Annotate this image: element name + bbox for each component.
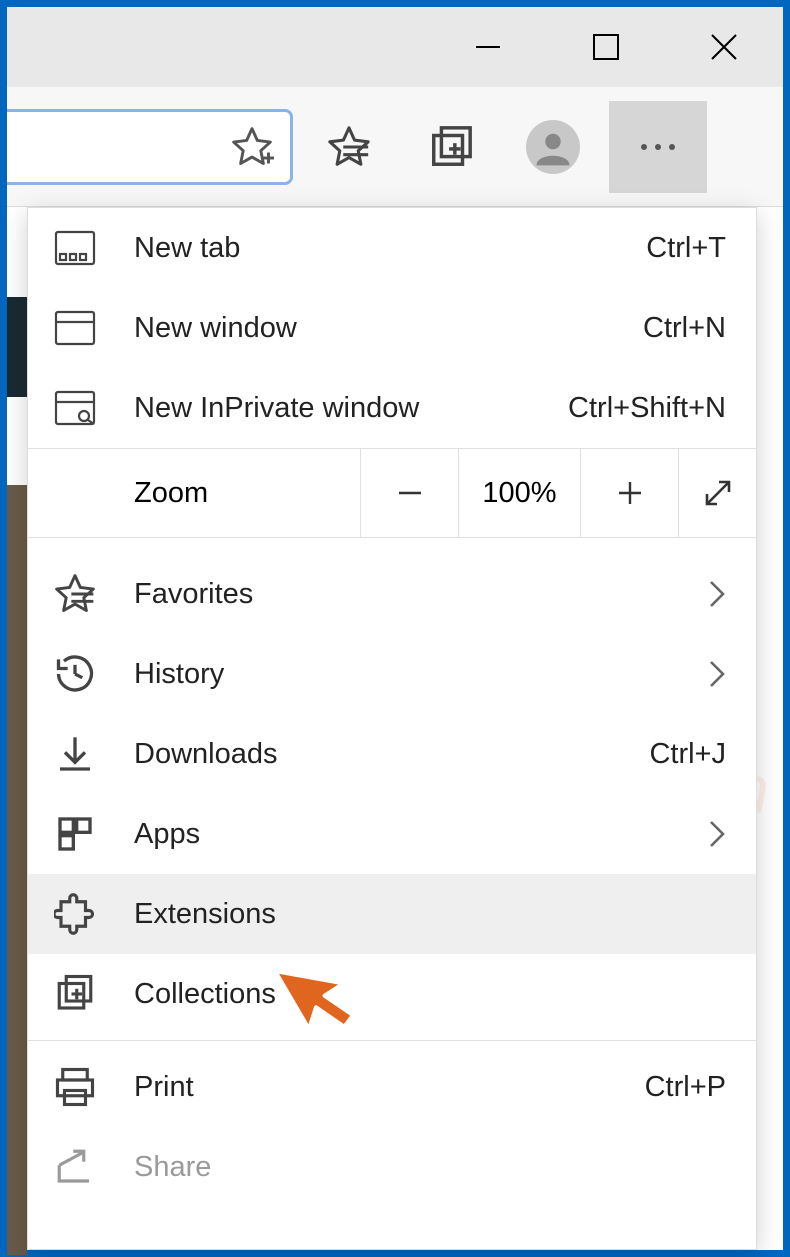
- chevron-right-icon: [708, 659, 726, 689]
- browser-toolbar: [7, 87, 783, 207]
- menu-item-label: Downloads: [134, 738, 649, 771]
- favorites-button[interactable]: [303, 101, 395, 193]
- menu-item-label: Favorites: [134, 578, 708, 611]
- menu-item-label: Print: [134, 1071, 645, 1104]
- menu-item-label: Collections: [134, 978, 726, 1011]
- close-button[interactable]: [665, 7, 783, 87]
- collections-icon: [46, 965, 104, 1023]
- menu-item-label: Share: [134, 1151, 726, 1184]
- more-menu-button[interactable]: [609, 101, 707, 193]
- menu-item-label: New tab: [134, 232, 646, 265]
- profile-button[interactable]: [507, 101, 599, 193]
- zoom-in-button[interactable]: [580, 449, 678, 537]
- page-background: [7, 485, 27, 1255]
- print-icon: [46, 1058, 104, 1116]
- menu-item-new-window[interactable]: New window Ctrl+N: [28, 288, 756, 368]
- menu-item-shortcut: Ctrl+J: [649, 738, 726, 771]
- menu-item-label: Apps: [134, 818, 708, 851]
- menu-separator: [28, 1040, 756, 1041]
- menu-item-apps[interactable]: Apps: [28, 794, 756, 874]
- menu-item-share[interactable]: Share: [28, 1127, 756, 1207]
- maximize-button[interactable]: [547, 7, 665, 87]
- menu-item-extensions[interactable]: Extensions: [28, 874, 756, 954]
- menu-item-shortcut: Ctrl+N: [643, 312, 726, 345]
- chevron-right-icon: [708, 579, 726, 609]
- window-titlebar: [7, 7, 783, 87]
- collections-button[interactable]: [405, 101, 497, 193]
- menu-item-label: Extensions: [134, 898, 726, 931]
- chevron-right-icon: [708, 819, 726, 849]
- zoom-value: 100%: [458, 449, 580, 537]
- menu-item-label: New InPrivate window: [134, 392, 568, 425]
- fullscreen-button[interactable]: [678, 449, 756, 537]
- inprivate-icon: [46, 379, 104, 437]
- apps-icon: [46, 805, 104, 863]
- new-tab-icon: [46, 219, 104, 277]
- menu-item-shortcut: Ctrl+P: [645, 1071, 726, 1104]
- page-background: [7, 297, 27, 397]
- window-icon: [46, 299, 104, 357]
- menu-item-new-tab[interactable]: New tab Ctrl+T: [28, 208, 756, 288]
- history-icon: [46, 645, 104, 703]
- zoom-out-button[interactable]: [360, 449, 458, 537]
- favorites-icon: [46, 565, 104, 623]
- settings-menu: New tab Ctrl+T New window Ctrl+N New InP…: [27, 207, 757, 1250]
- menu-item-label: History: [134, 658, 708, 691]
- menu-item-shortcut: Ctrl+T: [646, 232, 726, 265]
- extensions-icon: [46, 885, 104, 943]
- menu-item-new-inprivate[interactable]: New InPrivate window Ctrl+Shift+N: [28, 368, 756, 448]
- address-bar[interactable]: [7, 109, 293, 185]
- share-icon: [46, 1138, 104, 1196]
- zoom-label: Zoom: [28, 449, 360, 537]
- menu-item-downloads[interactable]: Downloads Ctrl+J: [28, 714, 756, 794]
- menu-item-favorites[interactable]: Favorites: [28, 554, 756, 634]
- menu-item-print[interactable]: Print Ctrl+P: [28, 1047, 756, 1127]
- menu-item-label: New window: [134, 312, 643, 345]
- menu-item-shortcut: Ctrl+Shift+N: [568, 392, 726, 425]
- menu-item-history[interactable]: History: [28, 634, 756, 714]
- downloads-icon: [46, 725, 104, 783]
- zoom-control: Zoom 100%: [28, 448, 756, 538]
- minimize-button[interactable]: [429, 7, 547, 87]
- add-favorite-icon[interactable]: [230, 125, 274, 169]
- menu-item-collections[interactable]: Collections: [28, 954, 756, 1034]
